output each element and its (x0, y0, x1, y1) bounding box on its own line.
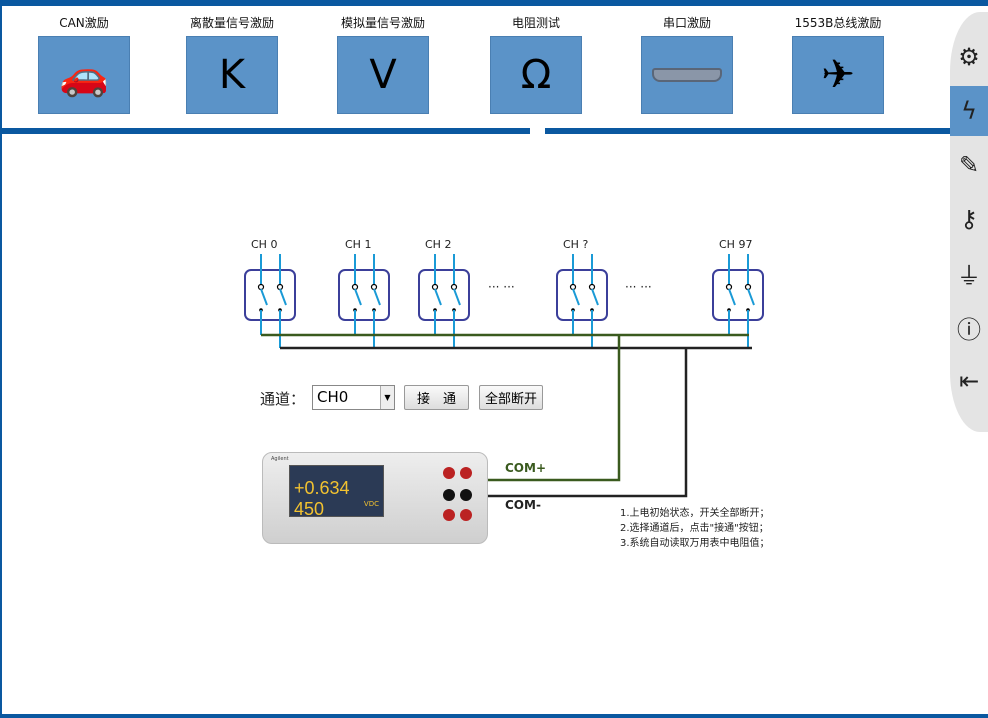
terminal (460, 509, 472, 521)
ellipsis: ··· ··· (488, 280, 515, 294)
disconnect-all-button[interactable]: 全部断开 (479, 385, 543, 410)
channel-label: CH 2 (425, 238, 452, 251)
switch-contact (588, 283, 596, 291)
terminal (443, 467, 455, 479)
chevron-down-icon[interactable]: ▼ (380, 386, 394, 409)
switch-box (244, 269, 296, 321)
switch-box (418, 269, 470, 321)
switch-blade (747, 288, 755, 306)
switch-contact (744, 283, 752, 291)
switch-contact (725, 283, 733, 291)
switch-blade (453, 288, 461, 306)
switch-contact (276, 283, 284, 291)
switch-blade (728, 288, 736, 306)
com-plus-label: COM+ (505, 461, 547, 475)
com-minus-label: COM- (505, 498, 541, 512)
com-minus-wire (466, 348, 688, 498)
channel-select-value: CH0 (317, 388, 349, 406)
connect-button[interactable]: 接 通 (404, 385, 469, 410)
channel-label: CH 97 (719, 238, 753, 251)
channel-label: CH 1 (345, 238, 372, 251)
switch-contact (257, 283, 265, 291)
switch-box (712, 269, 764, 321)
meter-display: +0.634 450 VDC (289, 465, 384, 519)
switch-box (556, 269, 608, 321)
switch-contact (450, 283, 458, 291)
channel-label: 通道： (260, 390, 306, 408)
channel-select[interactable]: CH0 ▼ (312, 385, 395, 410)
switch-blade (572, 288, 580, 306)
channel-diagram (244, 254, 764, 498)
switch-blade (373, 288, 381, 306)
terminal (443, 509, 455, 521)
switch-contact (351, 283, 359, 291)
switch-contact (370, 283, 378, 291)
switch-contact (431, 283, 439, 291)
instructions: 1.上电初始状态，开关全部断开； 2.选择通道后，点击"接通"按钮； 3.系统自… (620, 506, 770, 551)
terminal (460, 489, 472, 501)
switch-contact (569, 283, 577, 291)
switch-blade (260, 288, 268, 306)
meter-reading: +0.634 450 (294, 478, 350, 519)
instruction-line: 2.选择通道后，点击"接通"按钮； (620, 523, 769, 534)
terminal (443, 489, 455, 501)
ellipsis: ··· ··· (625, 280, 652, 294)
switch-blade (591, 288, 599, 306)
channel-label: CH ? (563, 238, 589, 251)
instruction-line: 3.系统自动读取万用表中电阻值； (620, 538, 770, 549)
channel-label: CH 0 (251, 238, 278, 251)
switch-blade (354, 288, 362, 306)
switch-blade (279, 288, 287, 306)
meter-unit: VDC (363, 500, 379, 508)
instruction-line: 1.上电初始状态，开关全部断开； (620, 508, 770, 519)
terminal (460, 467, 472, 479)
switch-blade (434, 288, 442, 306)
multimeter: Agilent +0.634 450 VDC (262, 452, 488, 544)
meter-brand: Agilent (271, 456, 289, 462)
switch-box (338, 269, 390, 321)
